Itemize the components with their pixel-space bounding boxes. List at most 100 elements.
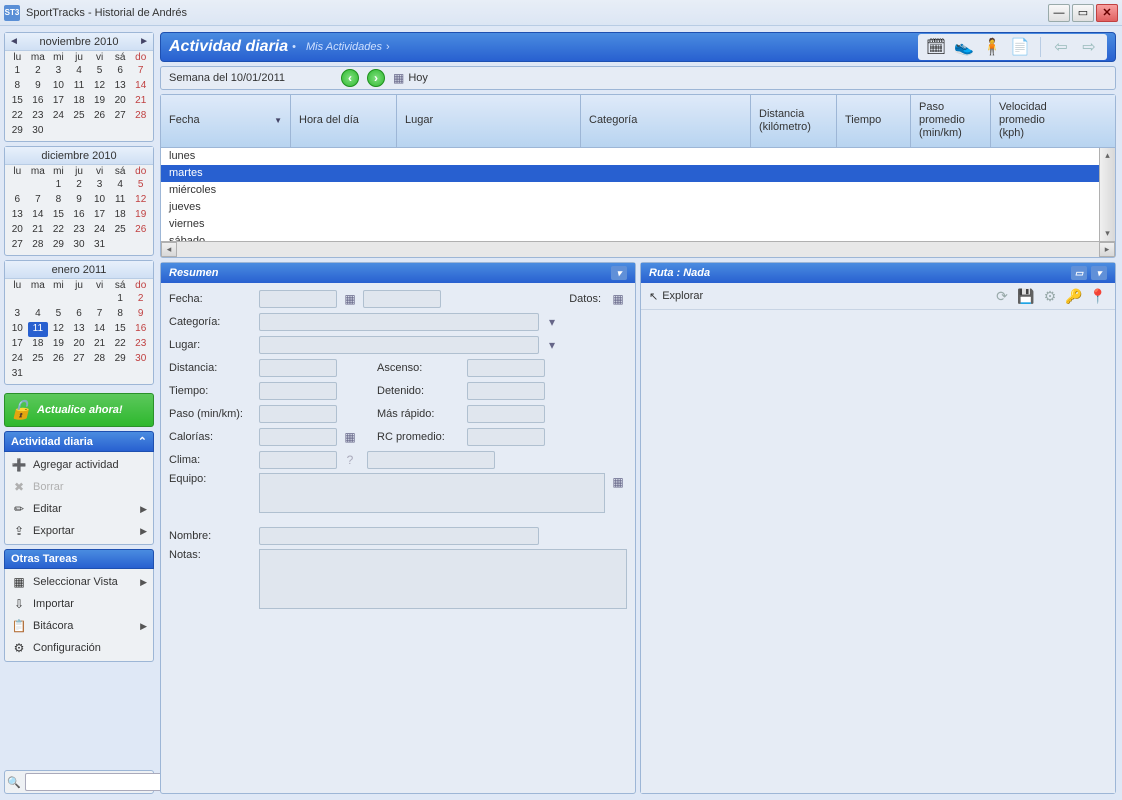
side-item[interactable]: ✏Editar▶: [5, 498, 153, 520]
calendar-day[interactable]: 16: [130, 322, 151, 337]
calendar-day[interactable]: 10: [89, 193, 110, 208]
calendar-day[interactable]: 5: [130, 178, 151, 193]
column-header[interactable]: Velocidad promedio (kph): [991, 95, 1075, 147]
calendar-day[interactable]: 17: [89, 208, 110, 223]
horizontal-scrollbar[interactable]: ◂ ▸: [161, 241, 1115, 257]
calendar-day[interactable]: 11: [28, 322, 49, 337]
calendar-day[interactable]: [48, 292, 69, 307]
calendar-day[interactable]: 27: [110, 109, 131, 124]
field-fecha[interactable]: [259, 290, 337, 308]
calendar-day[interactable]: 23: [28, 109, 49, 124]
categoria-dropdown-icon[interactable]: ▾: [543, 313, 561, 331]
report-icon[interactable]: 📄: [1008, 36, 1032, 58]
field-rcprom[interactable]: [467, 428, 545, 446]
field-detenido[interactable]: [467, 382, 545, 400]
cal-prev-icon[interactable]: ◄: [9, 36, 19, 47]
field-nombre[interactable]: [259, 527, 539, 545]
calendar-day[interactable]: [69, 367, 90, 382]
calendar-day[interactable]: [89, 367, 110, 382]
refresh-icon[interactable]: ⟳: [993, 287, 1011, 305]
field-equipo[interactable]: [259, 473, 605, 513]
table-row[interactable]: lunes: [161, 148, 1099, 165]
calendar-day[interactable]: 15: [7, 94, 28, 109]
field-ascenso[interactable]: [467, 359, 545, 377]
calendar-day[interactable]: 26: [130, 223, 151, 238]
calendar-picker-icon[interactable]: ▦: [341, 290, 359, 308]
close-button[interactable]: ✕: [1096, 4, 1118, 22]
next-week-button[interactable]: ›: [367, 69, 385, 87]
calendar-day[interactable]: 3: [7, 307, 28, 322]
gear-icon[interactable]: ⚙: [1041, 287, 1059, 305]
calendar-day[interactable]: [89, 292, 110, 307]
ruta-dropdown-icon[interactable]: ▾: [1091, 266, 1107, 280]
calendar-day[interactable]: 2: [130, 292, 151, 307]
field-categoria[interactable]: [259, 313, 539, 331]
calendar-day[interactable]: 27: [69, 352, 90, 367]
table-row[interactable]: jueves: [161, 199, 1099, 216]
column-header[interactable]: Distancia (kilómetro): [751, 95, 837, 147]
side-item[interactable]: 📋Bitácora▶: [5, 615, 153, 637]
calendar-header[interactable]: diciembre 2010: [5, 147, 153, 165]
calendar-day[interactable]: 21: [28, 223, 49, 238]
calendar-day[interactable]: [7, 292, 28, 307]
key-icon[interactable]: 🔑: [1065, 287, 1083, 305]
calendar-day[interactable]: 30: [28, 124, 49, 139]
calendar-day[interactable]: 5: [48, 307, 69, 322]
side-item[interactable]: ⇪Exportar▶: [5, 520, 153, 542]
column-header[interactable]: Hora del día: [291, 95, 397, 147]
calendar-day[interactable]: 23: [69, 223, 90, 238]
calendar-day[interactable]: 16: [69, 208, 90, 223]
calendar-day[interactable]: 17: [7, 337, 28, 352]
maximize-button[interactable]: ▭: [1072, 4, 1094, 22]
calendar-day[interactable]: 31: [7, 367, 28, 382]
calendar-day[interactable]: 28: [130, 109, 151, 124]
calendar-day[interactable]: [28, 367, 49, 382]
calendar-day[interactable]: 30: [69, 238, 90, 253]
calendar-day[interactable]: 22: [7, 109, 28, 124]
calendar-day[interactable]: 4: [28, 307, 49, 322]
calendar-day[interactable]: 6: [69, 307, 90, 322]
prev-week-button[interactable]: ‹: [341, 69, 359, 87]
calendar-day[interactable]: 21: [89, 337, 110, 352]
side-item[interactable]: ▦Seleccionar Vista▶: [5, 571, 153, 593]
calendar-day[interactable]: 6: [7, 193, 28, 208]
calendar-day[interactable]: 6: [110, 64, 131, 79]
calendar-day[interactable]: 11: [110, 193, 131, 208]
calendar-day[interactable]: [110, 124, 131, 139]
calendar-day[interactable]: 11: [69, 79, 90, 94]
calendar-day[interactable]: 24: [48, 109, 69, 124]
vertical-scrollbar[interactable]: ▴ ▾: [1099, 148, 1115, 241]
side-item[interactable]: ⚙Configuración: [5, 637, 153, 659]
field-paso[interactable]: [259, 405, 337, 423]
calendar-day[interactable]: 7: [28, 193, 49, 208]
calendar-day[interactable]: 28: [28, 238, 49, 253]
lugar-dropdown-icon[interactable]: ▾: [543, 336, 561, 354]
field-distancia[interactable]: [259, 359, 337, 377]
calendar-day[interactable]: [89, 124, 110, 139]
calendar-day[interactable]: 19: [130, 208, 151, 223]
shoe-icon[interactable]: 👟: [952, 36, 976, 58]
calendar-day[interactable]: [48, 124, 69, 139]
calendar-day[interactable]: 8: [48, 193, 69, 208]
calendar-day[interactable]: 9: [28, 79, 49, 94]
calendar-day[interactable]: 5: [89, 64, 110, 79]
equipo-picker-icon[interactable]: ▦: [609, 473, 627, 491]
calendar-day[interactable]: 26: [48, 352, 69, 367]
calendar-day[interactable]: 20: [69, 337, 90, 352]
calendar-day[interactable]: 19: [89, 94, 110, 109]
save-icon[interactable]: 💾: [1017, 287, 1035, 305]
column-header[interactable]: Lugar: [397, 95, 581, 147]
calendar-day[interactable]: 2: [28, 64, 49, 79]
field-masrapido[interactable]: [467, 405, 545, 423]
pin-icon[interactable]: 📍: [1089, 287, 1107, 305]
table-row[interactable]: viernes: [161, 216, 1099, 233]
minimize-button[interactable]: —: [1048, 4, 1070, 22]
calendar-day[interactable]: 26: [89, 109, 110, 124]
calendar-day[interactable]: 4: [110, 178, 131, 193]
calendar-day[interactable]: 1: [7, 64, 28, 79]
nav-back-icon[interactable]: ⇦: [1049, 36, 1073, 58]
calendar-day[interactable]: 4: [69, 64, 90, 79]
calendar-day[interactable]: 19: [48, 337, 69, 352]
calendar-day[interactable]: 15: [48, 208, 69, 223]
search-icon[interactable]: 🔍: [7, 773, 21, 791]
